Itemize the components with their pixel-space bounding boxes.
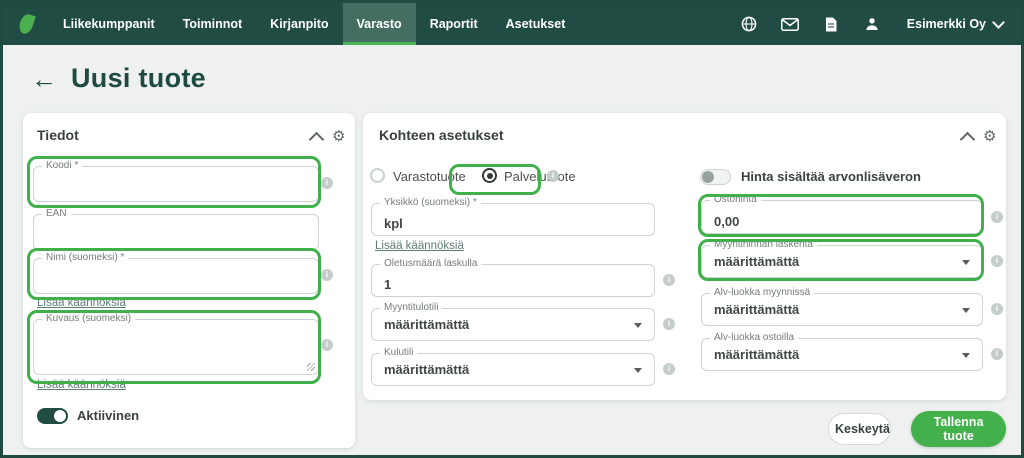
user-icon[interactable]	[860, 12, 884, 36]
koodi-field[interactable]: Koodi *	[33, 166, 319, 202]
info-icon[interactable]: i	[321, 269, 333, 281]
alv-luokka-myynnissa-select[interactable]: Alv-luokka myynnissä määrittämättä	[701, 293, 983, 326]
nav-item-kirjanpito[interactable]: Kirjanpito	[256, 3, 342, 45]
app-window: Liikekumppanit Toiminnot Kirjanpito Vara…	[0, 0, 1024, 458]
kohteen-asetukset-panel: Kohteen asetukset ⚙ Varastotuote Palvelu…	[363, 113, 1006, 400]
kulutili-label: Kulutili	[380, 347, 417, 358]
leaf-logo-icon	[17, 12, 36, 35]
alv-luokka-ostoilla-label: Alv-luokka ostoilla	[710, 332, 798, 343]
dropdown-arrow-icon	[962, 308, 970, 313]
info-icon[interactable]: i	[991, 348, 1003, 360]
tiedot-panel: Tiedot ⚙ Koodi * i EAN Nimi (suomeksi) *…	[23, 113, 355, 448]
resize-grip-icon[interactable]	[307, 363, 315, 371]
oletusmaara-field[interactable]: Oletusmäärä laskulla	[371, 264, 655, 297]
info-icon[interactable]: i	[547, 170, 559, 182]
dropdown-arrow-icon	[962, 260, 970, 265]
alv-luokka-ostoilla-select[interactable]: Alv-luokka ostoilla määrittämättä	[701, 338, 983, 371]
myyntitulotili-select[interactable]: Myyntitulotili määrittämättä	[371, 308, 655, 341]
ean-field[interactable]: EAN	[33, 214, 319, 250]
info-icon[interactable]: i	[663, 363, 675, 375]
myyntitulotili-value: määrittämättä	[384, 317, 469, 332]
mail-icon[interactable]	[778, 12, 802, 36]
nimi-label: Nimi (suomeksi) *	[42, 252, 128, 263]
nav-item-toiminnot[interactable]: Toiminnot	[169, 3, 256, 45]
page-title: Uusi tuote	[71, 63, 206, 94]
save-product-button[interactable]: Tallenna tuote	[911, 411, 1006, 447]
ostohinta-label: Ostohinta	[710, 194, 761, 205]
cancel-button[interactable]: Keskeytä	[828, 413, 891, 445]
oletusmaara-label: Oletusmäärä laskulla	[380, 258, 481, 269]
dropdown-arrow-icon	[634, 368, 642, 373]
myyntihinnan-laskenta-select[interactable]: Myyntihinnan laskenta määrittämättä	[701, 245, 983, 278]
vat-included-label: Hinta sisältää arvonlisäveron	[741, 169, 921, 184]
collapse-chevron-icon[interactable]	[960, 132, 976, 148]
palvelutuote-label[interactable]: Palvelutuote	[504, 169, 576, 184]
back-arrow-icon[interactable]: ←	[31, 66, 57, 92]
info-icon[interactable]: i	[991, 255, 1003, 267]
nimi-field[interactable]: Nimi (suomeksi) *	[33, 258, 319, 294]
yksikko-field[interactable]: Yksikkö (suomeksi) *	[371, 203, 655, 236]
company-menu[interactable]: Esimerkki Oy	[907, 17, 1003, 31]
alv-luokka-myynnissa-label: Alv-luokka myynnissä	[710, 287, 814, 298]
varastotuote-label[interactable]: Varastotuote	[393, 169, 466, 184]
vat-included-toggle[interactable]	[700, 169, 731, 185]
gear-icon[interactable]: ⚙	[983, 129, 996, 144]
varastotuote-radio[interactable]	[370, 168, 385, 183]
kuvaus-field[interactable]: Kuvaus (suomeksi)	[33, 319, 319, 375]
info-icon[interactable]: i	[663, 318, 675, 330]
kohteen-asetukset-title: Kohteen asetukset	[379, 127, 503, 143]
navbar-actions: Esimerkki Oy	[737, 3, 1021, 45]
alv-luokka-myynnissa-value: määrittämättä	[714, 302, 799, 317]
dropdown-arrow-icon	[634, 323, 642, 328]
tiedot-panel-title: Tiedot	[37, 127, 79, 143]
info-icon[interactable]: i	[321, 339, 333, 351]
aktiivinen-toggle[interactable]	[37, 408, 68, 424]
koodi-input[interactable]	[34, 167, 318, 201]
company-name: Esimerkki Oy	[907, 17, 986, 31]
info-icon[interactable]: i	[663, 274, 675, 286]
kulutili-value: määrittämättä	[384, 362, 469, 377]
add-translations-link[interactable]: Lisää käännöksiä	[375, 240, 464, 252]
info-icon[interactable]: i	[991, 303, 1003, 315]
nav-item-raportit[interactable]: Raportit	[416, 3, 492, 45]
kuvaus-textarea[interactable]	[34, 320, 318, 374]
yksikko-label: Yksikkö (suomeksi) *	[380, 197, 481, 208]
app-logo[interactable]	[3, 3, 49, 45]
collapse-chevron-icon[interactable]	[309, 132, 325, 148]
toggle-knob	[702, 171, 714, 183]
globe-icon[interactable]	[737, 12, 761, 36]
nimi-input[interactable]	[34, 259, 318, 293]
page-header: ← Uusi tuote	[31, 63, 206, 94]
toggle-knob	[54, 410, 66, 422]
aktiivinen-label: Aktiivinen	[77, 408, 139, 423]
add-translations-link[interactable]: Lisää käännöksiä	[37, 379, 126, 391]
myyntihinnan-laskenta-value: määrittämättä	[714, 254, 799, 269]
oletusmaara-input[interactable]	[372, 265, 654, 296]
ostohinta-field[interactable]: Ostohinta	[701, 200, 983, 234]
myyntihinnan-laskenta-label: Myyntihinnan laskenta	[710, 239, 817, 250]
nav-item-liikekumppanit[interactable]: Liikekumppanit	[49, 3, 169, 45]
kuvaus-label: Kuvaus (suomeksi)	[42, 313, 135, 324]
koodi-label: Koodi *	[42, 160, 82, 171]
info-icon[interactable]: i	[321, 177, 333, 189]
top-navbar: Liikekumppanit Toiminnot Kirjanpito Vara…	[3, 3, 1021, 45]
palvelutuote-radio[interactable]	[482, 168, 497, 183]
document-icon[interactable]	[819, 12, 843, 36]
dropdown-arrow-icon	[962, 353, 970, 358]
info-icon[interactable]: i	[991, 211, 1003, 223]
nav-item-varasto[interactable]: Varasto	[343, 3, 416, 45]
ean-label: EAN	[42, 208, 71, 219]
yksikko-input[interactable]	[372, 204, 654, 235]
alv-luokka-ostoilla-value: määrittämättä	[714, 347, 799, 362]
ostohinta-input[interactable]	[702, 201, 982, 233]
kulutili-select[interactable]: Kulutili määrittämättä	[371, 353, 655, 386]
add-translations-link[interactable]: Lisää käännöksiä	[37, 297, 126, 309]
ean-input[interactable]	[34, 215, 318, 249]
myyntitulotili-label: Myyntitulotili	[380, 302, 442, 313]
nav-item-asetukset[interactable]: Asetukset	[492, 3, 580, 45]
gear-icon[interactable]: ⚙	[332, 129, 345, 144]
chevron-down-icon	[992, 16, 1005, 29]
